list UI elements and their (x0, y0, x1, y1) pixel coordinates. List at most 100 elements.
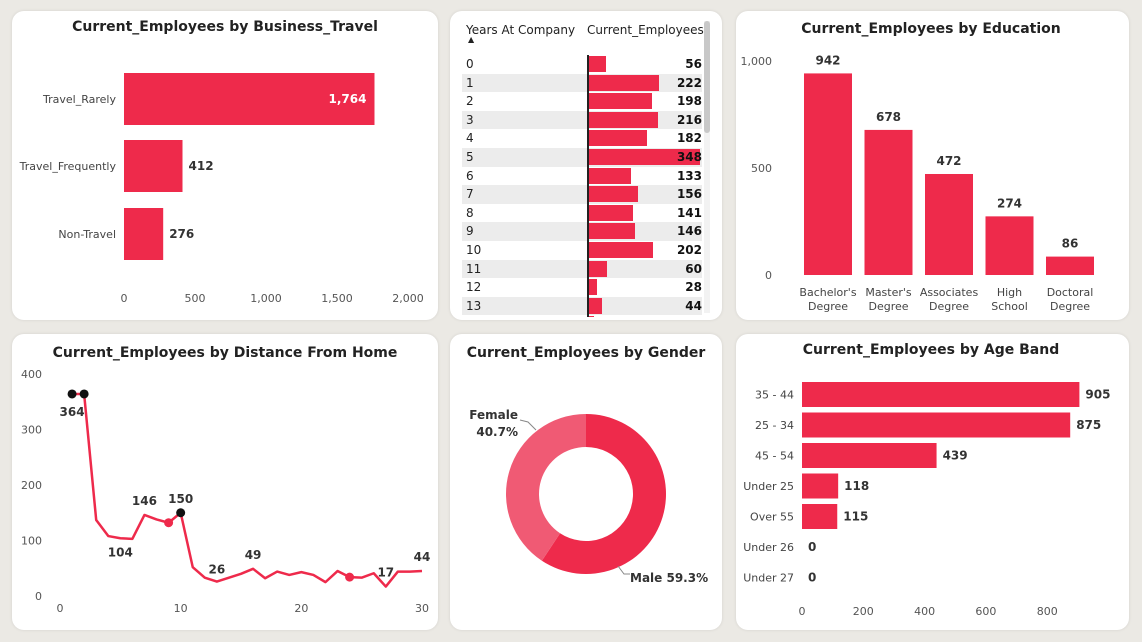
table-axis-line (587, 55, 589, 317)
data-bar (588, 167, 631, 184)
employees-column-header[interactable]: Current_Employees (587, 23, 704, 37)
category-label: Under 27 (743, 572, 794, 585)
data-label: 17 (377, 566, 394, 580)
table-row[interactable]: 11 60 (462, 259, 702, 279)
table-scrollbar[interactable] (704, 21, 710, 313)
bar[interactable] (925, 173, 973, 275)
chart-title: Current_Employees by Education (801, 21, 1061, 37)
gender-card: Current_Employees by Gender Male 59.3% Fem… (450, 334, 722, 630)
x-tick-label: 800 (1037, 605, 1058, 618)
age-band-card: Current_Employees by Age Band 35 - 44 905 2… (736, 334, 1129, 630)
education-card: Current_Employees by Education 0 500 1,000 9… (736, 11, 1129, 320)
chart-title: Current_Employees by Business_Travel (72, 19, 378, 35)
bar[interactable] (124, 208, 164, 260)
y-tick-label: 400 (21, 368, 42, 381)
category-label: Under 26 (743, 541, 794, 554)
x-tick-label: 600 (975, 605, 996, 618)
data-label: 678 (876, 110, 901, 124)
data-point[interactable] (67, 389, 77, 399)
bar[interactable] (124, 140, 183, 192)
table-row[interactable]: 3 216 (462, 110, 702, 130)
table-row[interactable]: 8 141 (462, 204, 702, 223)
table-row[interactable]: 12 28 (462, 278, 702, 297)
year-cell: 3 (466, 112, 474, 127)
category-label: Degree (1050, 300, 1090, 313)
distance-card: Current_Employees by Distance From Home 0… (12, 334, 438, 630)
category-label: Doctoral (1047, 286, 1094, 299)
bar[interactable] (804, 73, 852, 275)
chart-title: Current_Employees by Gender (467, 345, 706, 361)
data-label: 49 (245, 548, 262, 562)
table-row[interactable]: 1 222 (462, 73, 702, 93)
value-cell: 141 (676, 205, 702, 220)
data-label: 472 (936, 154, 961, 168)
data-label: 115 (843, 510, 868, 524)
table-row[interactable]: 0 56 (462, 55, 702, 74)
category-label: 25 - 34 (755, 419, 794, 432)
bar[interactable] (802, 382, 1080, 407)
business-travel-chart: Current_Employees by Business_Travel Trav… (19, 19, 424, 305)
data-point[interactable] (345, 572, 355, 582)
bar[interactable] (802, 443, 937, 468)
table-row[interactable]: 5 348 (462, 147, 702, 167)
y-tick-label: 100 (21, 535, 42, 548)
bar[interactable] (802, 473, 839, 499)
data-bar (588, 297, 603, 314)
data-point[interactable] (164, 518, 174, 528)
table-row[interactable]: 6 133 (462, 167, 702, 186)
year-cell: 13 (466, 298, 482, 313)
value-cell: 222 (676, 75, 702, 90)
category-label: Travel_Rarely (42, 93, 116, 106)
business-travel-card: Current_Employees by Business_Travel Trav… (12, 11, 438, 320)
year-cell: 4 (466, 131, 474, 146)
category-label: Under 25 (743, 480, 794, 493)
table-row[interactable]: 13 44 (462, 296, 702, 316)
data-bar (588, 130, 647, 147)
pie-slice[interactable] (506, 414, 586, 561)
bar[interactable] (985, 216, 1034, 275)
data-label: 44 (414, 550, 431, 564)
y-tick-label: 0 (765, 269, 772, 282)
x-tick-label: 0 (799, 605, 806, 618)
y-tick-label: 500 (751, 162, 772, 175)
year-cell: 1 (466, 75, 474, 90)
chart-title: Current_Employees by Age Band (803, 342, 1059, 358)
category-label: Degree (868, 300, 908, 313)
slice-label: Female (469, 408, 518, 422)
bar[interactable] (802, 504, 838, 529)
bar[interactable] (864, 129, 913, 275)
category-label: Degree (808, 300, 848, 313)
year-cell: 7 (466, 187, 474, 202)
age-band-chart: Current_Employees by Age Band 35 - 44 905 2… (743, 342, 1110, 618)
year-cell: 10 (466, 242, 482, 257)
leader-line (519, 419, 537, 431)
scrollbar-thumb[interactable] (704, 21, 710, 133)
value-cell: 44 (685, 298, 702, 313)
data-label: 439 (943, 449, 968, 463)
table-row[interactable]: 1418 (462, 315, 702, 317)
slice-label: 40.7% (476, 425, 518, 439)
data-label: 276 (169, 227, 194, 241)
sort-arrow-icon[interactable]: ▲ (468, 35, 474, 44)
category-label: Degree (929, 300, 969, 313)
table-row[interactable]: 4 182 (462, 129, 702, 148)
y-tick-label: 300 (21, 424, 42, 437)
data-label: 942 (815, 53, 840, 67)
value-cell: 156 (676, 187, 702, 202)
x-tick-label: 1,500 (321, 292, 353, 305)
category-label: Bachelor's (799, 286, 856, 299)
table-row[interactable]: 7 156 (462, 185, 702, 204)
table-row[interactable]: 9 146 (462, 222, 702, 241)
bar[interactable] (1046, 256, 1094, 275)
table-row[interactable]: 2 198 (462, 92, 702, 111)
category-label: 45 - 54 (755, 450, 794, 463)
table-row[interactable]: 10 202 (462, 241, 702, 260)
x-tick-label: 400 (914, 605, 935, 618)
bar[interactable] (802, 412, 1071, 438)
data-point[interactable] (79, 389, 89, 399)
years-column-header[interactable]: Years At Company (466, 23, 575, 37)
data-label: 364 (60, 405, 85, 419)
x-tick-label: 30 (415, 602, 429, 615)
value-cell: 28 (685, 280, 702, 295)
data-point[interactable] (176, 508, 186, 518)
